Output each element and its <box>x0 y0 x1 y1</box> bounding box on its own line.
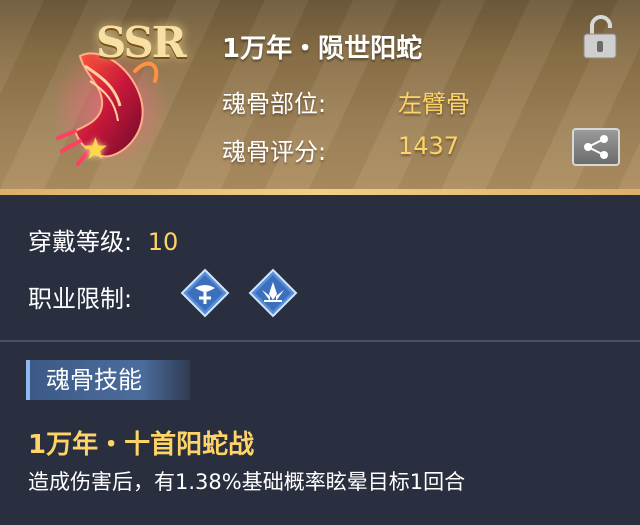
skill-name: 1万年・十首阳蛇战 <box>28 430 255 460</box>
level-row: 穿戴等级: 10 <box>28 222 178 257</box>
item-title: 1万年・陨世阳蛇 <box>222 34 423 64</box>
part-value: 左臂骨 <box>398 90 470 118</box>
skill-section-header: 魂骨技能 <box>26 360 190 400</box>
score-row: 魂骨评分: 1437 <box>222 132 459 167</box>
share-icon <box>584 135 608 159</box>
lotus-class-icon[interactable] <box>248 268 298 318</box>
part-label: 魂骨部位: <box>222 90 327 118</box>
share-button[interactable] <box>572 128 620 166</box>
score-label: 魂骨评分: <box>222 138 327 166</box>
part-row: 魂骨部位: 左臂骨 <box>222 84 470 119</box>
unlock-icon[interactable] <box>580 14 620 60</box>
level-label: 穿戴等级: <box>28 228 133 256</box>
section-divider <box>0 340 640 342</box>
level-value: 10 <box>147 228 179 256</box>
item-header: SSR ★ 1万年・陨世阳蛇 魂骨部位: 左臂骨 魂骨评分: 1437 <box>0 0 640 195</box>
class-row: 职业限制: <box>28 279 132 314</box>
star-rating-icon: ★ <box>82 132 109 167</box>
class-label: 职业限制: <box>28 285 133 313</box>
skill-description: 造成伤害后，有1.38%基础概率眩晕目标1回合 <box>28 470 466 494</box>
healer-class-icon[interactable] <box>180 268 230 318</box>
rarity-badge: SSR <box>96 18 187 67</box>
score-value: 1437 <box>398 132 460 160</box>
